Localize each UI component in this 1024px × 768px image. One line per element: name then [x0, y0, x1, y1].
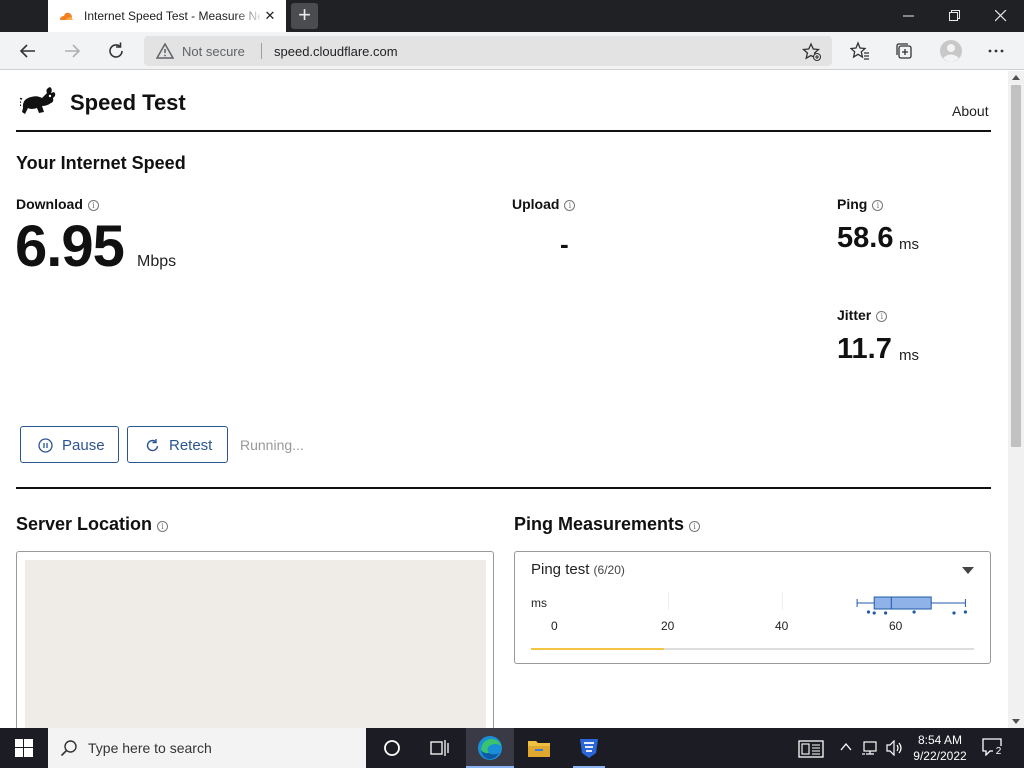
close-window-button[interactable]	[978, 0, 1024, 32]
cortana-button[interactable]	[368, 728, 416, 768]
test-status: Running...	[240, 437, 304, 453]
pause-button[interactable]: Pause	[20, 426, 119, 463]
retest-button[interactable]: Retest	[127, 426, 228, 463]
start-button[interactable]	[0, 728, 48, 768]
ping-progress-bar	[531, 648, 974, 650]
ping-measurements-info-icon[interactable]: i	[689, 521, 701, 532]
boxplot-point	[884, 611, 888, 615]
url-text[interactable]: speed.cloudflare.com	[274, 44, 398, 59]
boxplot-point	[963, 610, 967, 614]
download-value: 6.95	[15, 214, 125, 279]
jitter-label: Jitter i	[837, 307, 888, 323]
server-location-info-icon[interactable]: i	[157, 521, 169, 532]
more-options-icon[interactable]	[986, 41, 1006, 61]
upload-label: Upload i	[512, 196, 576, 212]
ping-progress-fill	[531, 648, 664, 650]
boxplot-point	[912, 610, 916, 614]
ping-measurements-panel[interactable]: Ping test (6/20) ms 0 20 40 60	[514, 551, 991, 664]
cloudflare-favicon-icon	[60, 12, 73, 20]
new-tab-button[interactable]: +	[291, 3, 318, 29]
clock-time: 8:54 AM	[917, 733, 963, 747]
collections-icon[interactable]	[894, 41, 914, 61]
taskbar-shield-app[interactable]	[565, 728, 613, 768]
ping-boxplot	[856, 596, 967, 615]
section-divider	[16, 487, 991, 489]
ping-info-icon[interactable]: i	[872, 200, 884, 211]
task-view-icon	[430, 740, 449, 756]
minimize-button[interactable]	[886, 0, 932, 32]
scroll-thumb[interactable]	[1011, 85, 1021, 447]
jitter-unit: ms	[899, 347, 919, 364]
upload-value: -	[560, 229, 569, 259]
taskbar-edge-app[interactable]	[466, 728, 514, 768]
about-link[interactable]: About	[952, 103, 989, 119]
warning-icon[interactable]	[156, 43, 174, 59]
forward-icon[interactable]	[61, 40, 83, 62]
favorites-icon[interactable]	[850, 41, 870, 61]
server-location-map[interactable]	[16, 551, 494, 728]
tab-close-icon[interactable]: ✕	[262, 8, 278, 24]
download-label: Download i	[16, 196, 99, 212]
map-canvas[interactable]	[25, 560, 486, 728]
windows-logo-icon	[15, 739, 33, 757]
boxplot-point	[872, 611, 876, 615]
site-title: Speed Test	[70, 90, 186, 115]
notification-center-button[interactable]: 2	[982, 738, 1004, 758]
search-icon	[60, 740, 77, 757]
jitter-info-icon[interactable]: i	[876, 311, 888, 322]
restore-icon	[949, 10, 960, 21]
section-title-server-location: Server Location i	[16, 514, 169, 535]
taskbar-file-explorer[interactable]	[515, 728, 563, 768]
taskbar-clock[interactable]: 8:54 AM 9/22/2022	[910, 732, 970, 764]
network-icon[interactable]	[862, 740, 880, 756]
boxplot-point	[952, 611, 956, 615]
section-title-internet-speed: Your Internet Speed	[16, 153, 186, 173]
profile-avatar-icon[interactable]	[939, 39, 963, 63]
minimize-icon	[903, 15, 914, 17]
ping-value: 58.6	[837, 222, 894, 254]
folder-icon	[528, 741, 550, 757]
upload-info-icon[interactable]: i	[564, 200, 576, 211]
page-scrollbar[interactable]	[1008, 71, 1024, 728]
notification-count: 2	[993, 746, 1004, 758]
address-bar[interactable]: Not secure speed.cloudflare.com	[144, 36, 832, 66]
cortana-icon	[384, 740, 400, 756]
clock-date: 9/22/2022	[913, 749, 967, 763]
header-divider	[16, 130, 991, 132]
download-unit: Mbps	[137, 253, 177, 270]
windows-taskbar: Type here to search 8:54 AM 9/22/2022 2	[0, 728, 1024, 768]
add-favorite-icon[interactable]	[802, 42, 822, 62]
task-view-button[interactable]	[416, 728, 464, 768]
section-title-ping-measurements: Ping Measurements i	[514, 514, 701, 535]
ping-label: Ping i	[837, 196, 884, 212]
refresh-icon[interactable]	[105, 40, 127, 62]
tray-overflow-chevron-icon[interactable]	[840, 742, 852, 752]
not-secure-label[interactable]: Not secure	[182, 44, 245, 59]
retest-icon	[146, 439, 159, 452]
back-icon[interactable]	[17, 40, 39, 62]
news-widget-icon[interactable]	[798, 740, 824, 758]
browser-titlebar: Internet Speed Test - Measure Network Pe…	[0, 0, 1024, 32]
boxplot-point	[866, 610, 871, 614]
page-content: Speed Test About Your Internet Speed Dow…	[0, 71, 1008, 728]
browser-toolbar: Not secure speed.cloudflare.com	[0, 32, 1024, 70]
search-placeholder: Type here to search	[88, 740, 212, 756]
pause-icon	[38, 438, 53, 453]
taskbar-search-box[interactable]: Type here to search	[48, 728, 366, 768]
browser-tab[interactable]: Internet Speed Test - Measure Network Pe…	[48, 0, 286, 32]
shield-app-icon	[580, 739, 598, 758]
scroll-up-icon[interactable]	[1012, 75, 1020, 80]
close-icon	[995, 10, 1007, 22]
restore-button[interactable]	[932, 0, 978, 32]
jitter-value: 11.7	[837, 333, 892, 365]
ping-unit: ms	[899, 236, 919, 253]
edge-icon	[478, 736, 502, 760]
rabbit-logo-icon	[20, 87, 56, 114]
scroll-down-icon[interactable]	[1012, 719, 1020, 724]
boxplot-box	[873, 596, 932, 610]
volume-icon[interactable]	[886, 740, 904, 756]
download-info-icon[interactable]: i	[87, 200, 99, 211]
